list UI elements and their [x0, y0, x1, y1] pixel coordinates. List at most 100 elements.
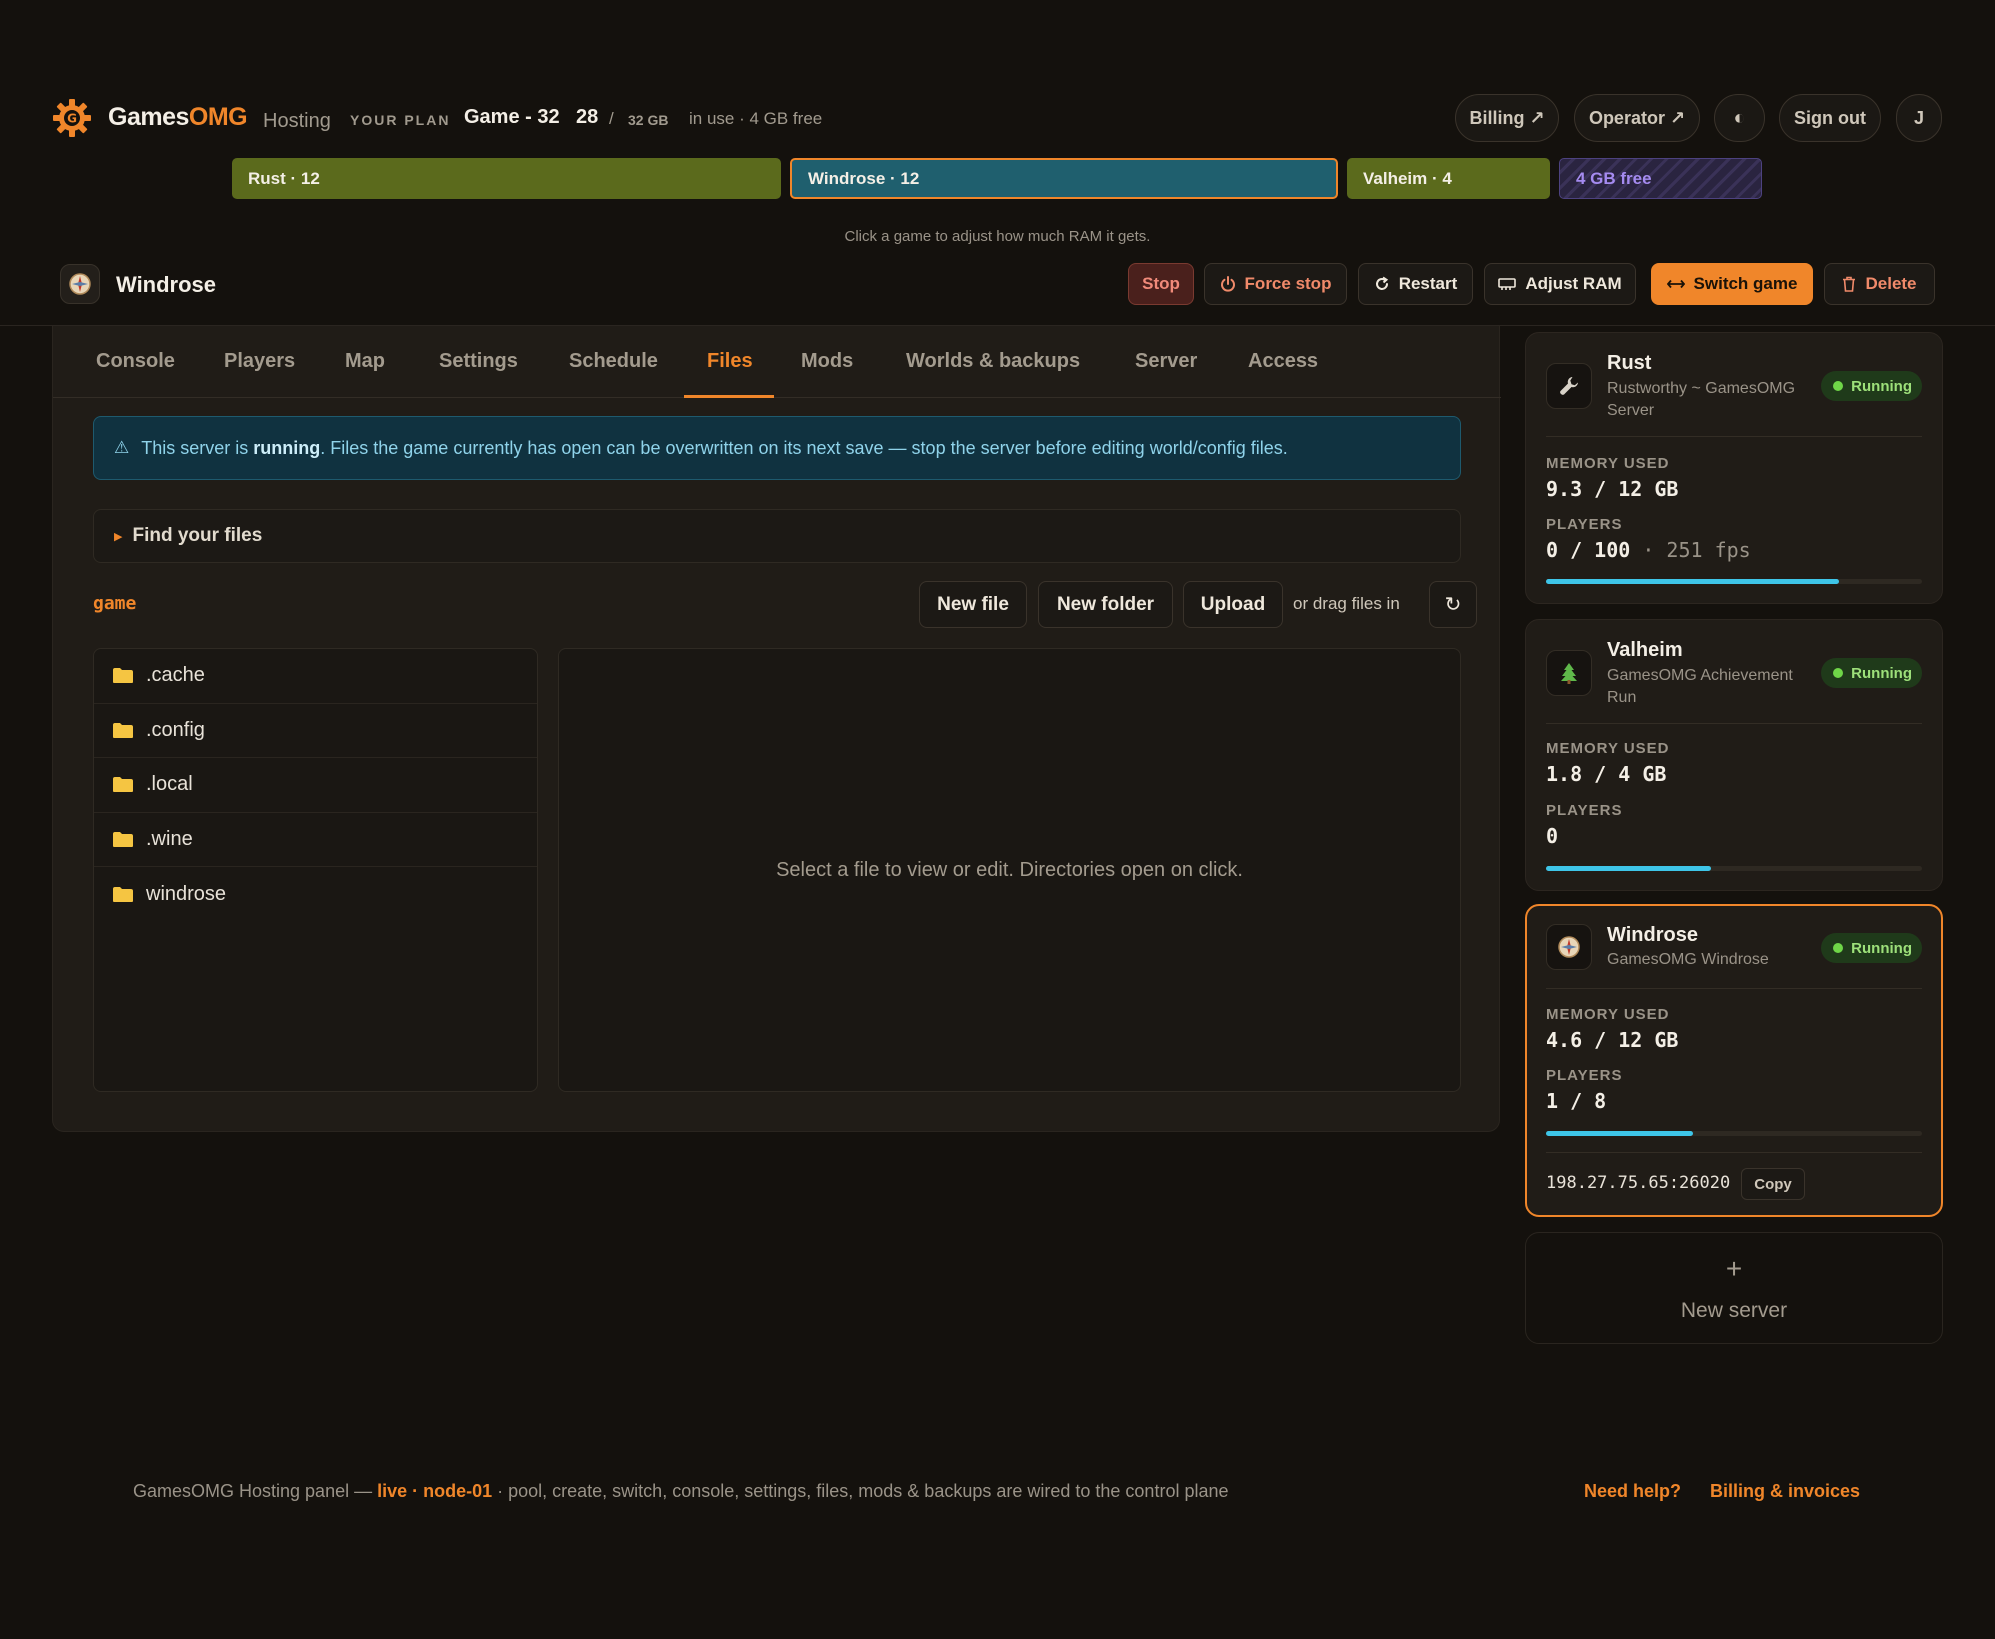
list-item[interactable]: .local — [94, 758, 537, 813]
restart-icon — [1375, 276, 1388, 290]
operator-button[interactable]: Operator ↗ — [1574, 94, 1700, 142]
trash-icon — [1843, 276, 1856, 292]
status-badge: Running — [1821, 933, 1922, 963]
server-tabs: Console Players Map Settings Schedule Fi… — [53, 326, 1501, 398]
disclosure-triangle-icon: ▶ — [114, 530, 123, 543]
list-item[interactable]: windrose — [94, 867, 537, 922]
memory-usage-fill — [1546, 1131, 1693, 1136]
file-name: .local — [146, 773, 193, 796]
server-card-valheim[interactable]: Valheim GamesOMG Achievement Run Running… — [1525, 619, 1943, 891]
players-value: 0 — [1546, 824, 1559, 848]
billing-invoices-link[interactable]: Billing & invoices — [1710, 1481, 1860, 1502]
billing-button[interactable]: Billing ↗ — [1455, 94, 1559, 142]
memory-usage-bar — [1546, 1131, 1922, 1136]
tab-map[interactable]: Map — [345, 350, 385, 373]
upload-button[interactable]: Upload — [1183, 581, 1283, 628]
help-link[interactable]: Need help? — [1584, 1481, 1681, 1502]
wrench-icon — [1546, 363, 1592, 409]
plan-label: YOUR PLAN — [350, 112, 451, 128]
new-file-button[interactable]: New file — [919, 581, 1027, 628]
user-avatar[interactable]: J — [1896, 94, 1942, 142]
tab-files[interactable]: Files — [707, 350, 753, 373]
status-dot-icon — [1833, 381, 1844, 391]
copy-address-button[interactable]: Copy — [1741, 1168, 1805, 1200]
list-item[interactable]: .config — [94, 704, 537, 758]
adjust-ram-button[interactable]: Adjust RAM — [1484, 263, 1636, 305]
top-header: G GamesOMG Hosting YOUR PLAN Game - 32 2… — [0, 0, 1995, 326]
plan-total-gb: 32 GB — [628, 112, 669, 128]
divider — [1546, 723, 1922, 724]
memory-label: MEMORY USED — [1546, 740, 1670, 757]
memory-value: 9.3 / 12 GB — [1546, 477, 1679, 501]
tab-server[interactable]: Server — [1135, 350, 1197, 373]
stop-label: Stop — [1142, 274, 1180, 293]
tab-worlds-backups[interactable]: Worlds & backups — [906, 350, 1080, 373]
card-name: Windrose — [1607, 924, 1698, 946]
ram-hint: Click a game to adjust how much RAM it g… — [844, 228, 1151, 245]
memory-usage-bar — [1546, 579, 1922, 584]
footer-text: GamesOMG Hosting panel — live · node-01 … — [133, 1481, 1229, 1501]
current-path[interactable]: game — [93, 593, 136, 614]
players-label: PLAYERS — [1546, 1067, 1623, 1084]
file-preview-pane: Select a file to view or edit. Directori… — [558, 648, 1461, 1092]
plan-used-gb: 28 — [576, 106, 599, 128]
theme-toggle-icon[interactable]: ◐ — [1714, 94, 1765, 142]
drag-hint: or drag files in — [1293, 594, 1400, 613]
delete-button[interactable]: Delete — [1824, 263, 1935, 305]
sign-out-button[interactable]: Sign out — [1779, 94, 1881, 142]
server-card-windrose[interactable]: Windrose GamesOMG Windrose Running MEMOR… — [1525, 904, 1943, 1217]
files-panel: Console Players Map Settings Schedule Fi… — [52, 326, 1501, 1132]
gear-logo-icon: G — [53, 99, 91, 137]
tab-players[interactable]: Players — [224, 350, 295, 373]
ram-chip-icon — [1498, 278, 1517, 290]
brand-suffix: Hosting — [263, 110, 331, 132]
restart-button[interactable]: Restart — [1358, 263, 1473, 305]
card-subtitle: Rustworthy ~ GamesOMG Server — [1607, 380, 1796, 419]
ram-segment-valheim[interactable]: Valheim · 4 — [1347, 158, 1550, 199]
warning-icon: ⚠ — [114, 438, 130, 457]
power-icon — [1220, 276, 1235, 292]
memory-value: 1.8 / 4 GB — [1546, 762, 1667, 786]
tab-mods[interactable]: Mods — [801, 350, 853, 373]
server-address: 198.27.75.65:26020 — [1546, 1173, 1731, 1193]
memory-usage-bar — [1546, 866, 1922, 871]
alert-text: This server is running. Files the game c… — [141, 437, 1288, 458]
list-item[interactable]: .cache — [94, 649, 537, 704]
file-name: windrose — [146, 882, 227, 905]
tab-console[interactable]: Console — [96, 350, 175, 373]
tab-access[interactable]: Access — [1248, 350, 1318, 373]
file-list: .cache .config .local .wine windrose — [93, 648, 538, 1092]
ram-segment-windrose[interactable]: Windrose · 12 — [790, 158, 1338, 199]
tab-settings[interactable]: Settings — [439, 350, 518, 373]
status-badge: Running — [1821, 371, 1922, 401]
players-value: 0 / 100 · 251 fps — [1546, 538, 1751, 562]
divider — [1546, 988, 1922, 989]
force-stop-button[interactable]: Force stop — [1204, 263, 1347, 305]
folder-icon — [113, 668, 133, 684]
brand-name[interactable]: GamesOMG — [108, 103, 248, 132]
file-name: .config — [146, 718, 205, 741]
stop-button[interactable]: Stop — [1128, 263, 1194, 305]
list-item[interactable]: .wine — [94, 813, 537, 867]
memory-label: MEMORY USED — [1546, 1006, 1670, 1023]
compass-icon — [60, 264, 100, 304]
file-name: .cache — [146, 664, 205, 687]
swap-icon — [1666, 279, 1685, 289]
card-name: Valheim — [1607, 639, 1683, 661]
new-server-button[interactable]: + New server — [1525, 1232, 1943, 1344]
find-your-files-toggle[interactable]: ▶ Find your files — [93, 509, 1461, 563]
tab-schedule[interactable]: Schedule — [569, 350, 658, 373]
new-folder-button[interactable]: New folder — [1038, 581, 1173, 628]
card-subtitle: GamesOMG Windrose — [1607, 951, 1769, 968]
refresh-icon[interactable]: ↻ — [1429, 581, 1477, 628]
switch-game-label: Switch game — [1693, 274, 1798, 293]
force-stop-label: Force stop — [1244, 274, 1332, 293]
server-card-rust[interactable]: Rust Rustworthy ~ GamesOMG Server Runnin… — [1525, 332, 1943, 604]
players-label: PLAYERS — [1546, 516, 1623, 533]
ram-segment-rust[interactable]: Rust · 12 — [232, 158, 781, 199]
status-dot-icon — [1833, 943, 1844, 953]
switch-game-button[interactable]: Switch game — [1651, 263, 1813, 305]
server-title: Windrose — [116, 272, 217, 297]
memory-label: MEMORY USED — [1546, 455, 1670, 472]
memory-usage-fill — [1546, 579, 1840, 584]
